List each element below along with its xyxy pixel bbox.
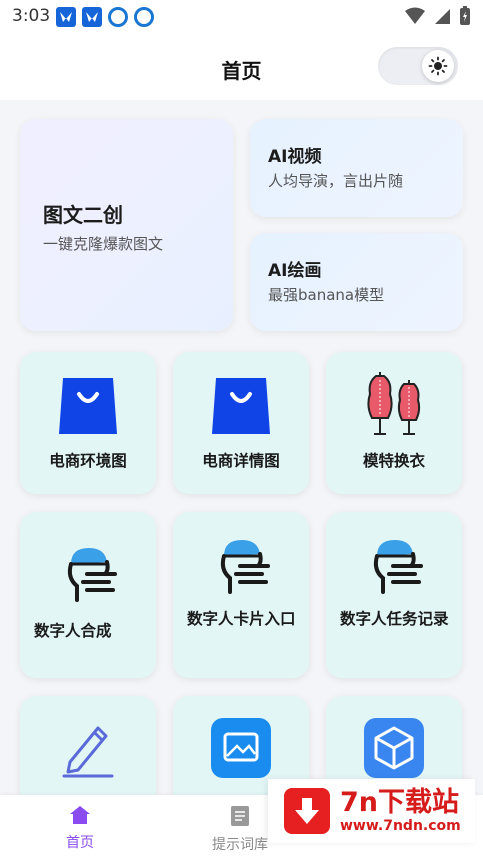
tile-ecommerce-scene[interactable]: 电商环境图 (20, 352, 156, 494)
status-time: 3:03 (12, 6, 51, 26)
digital-human-icon (220, 540, 270, 594)
tile-label: 数字人任务记录 (340, 610, 449, 628)
tile-digital-human-card[interactable]: 数字人卡片入口 (173, 512, 309, 678)
ai-drawing-card[interactable]: AI绘画 最强banana模型 (250, 233, 463, 331)
tile-digital-human-compose[interactable]: 数字人合成 (20, 512, 156, 678)
tile-digital-human-tasks[interactable]: 数字人任务记录 (326, 512, 462, 678)
tile-label: 数字人合成 (34, 622, 112, 640)
document-icon (231, 806, 249, 826)
card-subtitle: 最强banana模型 (268, 286, 385, 304)
shopping-bag-icon (212, 378, 270, 434)
tile-ecommerce-detail[interactable]: 电商详情图 (173, 352, 309, 494)
card-title: AI视频 (268, 147, 322, 167)
image-icon (211, 718, 271, 778)
card-subtitle: 人均导演，言出片随 (268, 172, 404, 190)
image-text-remix-card[interactable]: 图文二创 一键克隆爆款图文 (20, 119, 233, 331)
toggle-knob[interactable] (422, 50, 454, 82)
watermark-url: www.7ndn.com (340, 818, 461, 834)
app-notification-icon (56, 7, 76, 27)
digital-human-icon (67, 548, 117, 602)
mannequin-icon (367, 372, 421, 435)
app-header: 首页 (0, 34, 483, 100)
card-title: AI绘画 (268, 261, 322, 281)
app-notification-icon (134, 7, 154, 27)
digital-human-icon (373, 540, 423, 594)
tile-label: 电商详情图 (202, 452, 280, 470)
tile-pencil[interactable] (20, 696, 156, 806)
card-subtitle: 一键克隆爆款图文 (43, 235, 164, 253)
wifi-icon (405, 7, 425, 24)
tile-label: 电商环境图 (49, 452, 127, 470)
nav-label: 首页 (66, 835, 94, 851)
signal-icon (435, 9, 450, 24)
sun-icon (428, 56, 448, 76)
home-icon (70, 806, 90, 824)
tile-label: 数字人卡片入口 (187, 610, 296, 628)
download-logo-icon (284, 788, 330, 834)
shopping-bag-icon (59, 378, 117, 434)
watermark-banner: 7n下载站 www.7ndn.com (268, 779, 475, 843)
app-notification-icon (82, 7, 102, 27)
battery-icon (460, 6, 470, 25)
ai-video-card[interactable]: AI视频 人均导演，言出片随 (250, 119, 463, 217)
watermark-brand: 7n下载站 (340, 787, 460, 818)
theme-toggle[interactable] (378, 47, 458, 85)
cube-icon (364, 718, 424, 778)
app-notification-icon (108, 7, 128, 27)
pencil-icon (62, 726, 114, 778)
tile-model-outfit[interactable]: 模特换衣 (326, 352, 462, 494)
card-title: 图文二创 (43, 203, 123, 227)
status-bar: 3:03 (0, 0, 483, 34)
tile-label: 模特换衣 (362, 452, 425, 470)
notification-icons (56, 7, 154, 27)
system-icons (405, 6, 471, 26)
nav-home[interactable]: 首页 (40, 805, 120, 852)
